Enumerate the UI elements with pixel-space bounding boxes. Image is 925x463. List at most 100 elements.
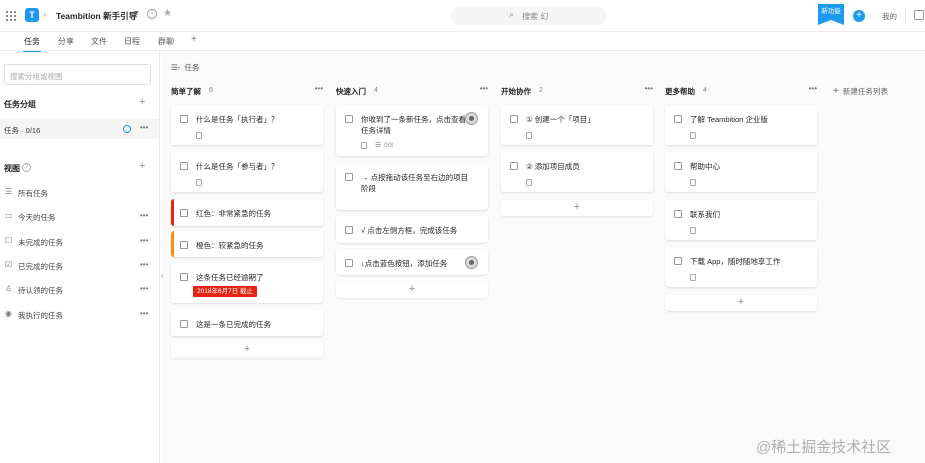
add-view-icon[interactable]: +	[139, 160, 145, 172]
add-task-button[interactable]: +	[665, 295, 817, 311]
sidebar-item-today-tasks[interactable]: ▭ 今天的任务 •••	[0, 208, 159, 224]
add-icon[interactable]: +	[853, 10, 865, 22]
plus-icon: +	[833, 86, 839, 97]
board-breadcrumb: ☰‹ 任务	[171, 63, 200, 72]
help-icon[interactable]: ?	[22, 163, 31, 172]
divider	[905, 10, 906, 22]
add-group-icon[interactable]: +	[139, 96, 145, 108]
task-checkbox[interactable]	[180, 162, 188, 170]
tab-schedule[interactable]: 日程	[124, 36, 140, 47]
task-checkbox[interactable]	[180, 115, 188, 123]
more-icon[interactable]: •••	[140, 309, 148, 318]
my-link[interactable]: 我的	[882, 11, 897, 22]
task-checkbox[interactable]	[674, 115, 682, 123]
task-checkbox[interactable]	[180, 241, 188, 249]
more-icon[interactable]: •••	[140, 284, 148, 293]
task-card[interactable]: ① 创建一个「项目」	[501, 105, 653, 145]
task-card[interactable]: 什么是任务「执行者」？	[171, 105, 323, 145]
task-card[interactable]: √ 点击左侧方框，完成该任务	[336, 216, 488, 243]
more-icon[interactable]: •••	[140, 123, 148, 132]
column-header: 更多帮助 4 •••	[665, 84, 817, 96]
calendar-icon[interactable]	[914, 10, 924, 20]
avatar[interactable]	[465, 112, 478, 125]
note-icon	[196, 179, 202, 186]
app-grid-icon[interactable]	[6, 11, 16, 21]
more-icon[interactable]: •••	[480, 84, 488, 93]
info-icon[interactable]: i	[147, 9, 157, 19]
checked-square-icon: ☑	[5, 260, 13, 269]
task-card[interactable]: 帮助中心	[665, 152, 817, 192]
add-task-button[interactable]: +	[501, 200, 653, 216]
square-icon: ☐	[5, 236, 13, 245]
caret-down-icon[interactable]: ▼	[133, 10, 140, 17]
project-title[interactable]: Teambition 新手引导	[56, 10, 137, 22]
task-checkbox[interactable]	[345, 259, 353, 267]
column-header: 开始协作 2 •••	[501, 84, 653, 96]
task-checkbox[interactable]	[674, 257, 682, 265]
new-task-list-button[interactable]: + 新建任务列表	[833, 86, 888, 97]
task-checkbox[interactable]	[510, 115, 518, 123]
add-task-button[interactable]: +	[336, 282, 488, 298]
column-header: 快速入门 4 •••	[336, 84, 488, 96]
calendar-icon: ▭	[5, 211, 13, 220]
sidebar-search-input[interactable]: 搜索分组或视图	[4, 64, 151, 85]
task-card[interactable]: 了解 Teambition 企业版	[665, 105, 817, 145]
add-task-button[interactable]: +	[171, 342, 323, 358]
search-label: 搜索 幻	[522, 12, 549, 21]
task-card-warning[interactable]: 橙色：较紧急的任务	[171, 231, 323, 257]
task-checkbox[interactable]	[180, 209, 188, 217]
more-icon[interactable]: •••	[140, 211, 148, 220]
search-box[interactable]: ⌕ 搜索 幻	[451, 7, 607, 25]
task-card-urgent[interactable]: 红色：非常紧急的任务	[171, 199, 323, 226]
column-header: 简单了解 6 •••	[171, 84, 323, 96]
sidebar-item-all-tasks[interactable]: ☰ 所有任务	[0, 184, 159, 200]
groups-title: 任务分组	[4, 100, 36, 109]
person-icon: ♙	[5, 284, 13, 293]
note-icon	[361, 142, 367, 149]
avatar[interactable]	[465, 256, 478, 269]
more-icon[interactable]: •••	[140, 236, 148, 245]
more-icon[interactable]: •••	[645, 84, 653, 93]
more-icon[interactable]: •••	[140, 260, 148, 269]
task-checkbox[interactable]	[510, 162, 518, 170]
task-checkbox[interactable]	[345, 173, 353, 181]
teambition-logo-icon[interactable]: T	[25, 8, 39, 22]
add-tab-icon[interactable]: +	[191, 34, 197, 45]
task-card[interactable]: 什么是任务「参与者」？	[171, 152, 323, 192]
task-checkbox[interactable]	[674, 210, 682, 218]
star-icon[interactable]: ★	[163, 8, 172, 19]
progress-ring-icon	[123, 125, 131, 133]
note-icon	[690, 132, 696, 139]
task-checkbox[interactable]	[180, 273, 188, 281]
list-icon: ☰	[5, 187, 13, 196]
note-icon	[690, 179, 696, 186]
more-icon[interactable]: •••	[315, 84, 323, 93]
note-icon	[690, 274, 696, 281]
menu-collapse-icon[interactable]: ☰‹	[171, 63, 180, 72]
task-checkbox[interactable]	[674, 162, 682, 170]
task-checkbox[interactable]	[345, 115, 353, 123]
task-card[interactable]: → 点按拖动该任务至右边的项目阶段	[336, 163, 488, 210]
sidebar-item-finished-tasks[interactable]: ☑ 已完成的任务 •••	[0, 257, 159, 273]
sidebar-item-unclaimed-tasks[interactable]: ♙ 待认领的任务 •••	[0, 281, 159, 297]
task-checkbox[interactable]	[180, 320, 188, 328]
task-card[interactable]: 下载 App，随时随地享工作	[665, 247, 817, 287]
task-card[interactable]: ② 添加项目成员	[501, 152, 653, 192]
collapse-sidebar-icon[interactable]: ‹	[161, 271, 164, 280]
task-card[interactable]: 联系我们	[665, 200, 817, 240]
task-card[interactable]: ↓点击蓝色按钮，添加任务	[336, 249, 488, 275]
tab-files[interactable]: 文件	[91, 36, 107, 47]
task-card[interactable]: 你收到了一条新任务，点击查看任务详情 ☰ 0/3	[336, 105, 488, 156]
task-checkbox[interactable]	[345, 226, 353, 234]
note-icon	[196, 132, 202, 139]
new-feature-badge[interactable]: 新功能	[818, 4, 844, 25]
task-card-overdue[interactable]: 这条任务已经逾期了 2018年6月7日 截止	[171, 263, 323, 303]
more-icon[interactable]: •••	[809, 84, 817, 93]
sidebar-item-my-tasks[interactable]: ◉ 我执行的任务 •••	[0, 306, 159, 322]
tab-tasks[interactable]: 任务	[23, 36, 41, 53]
sidebar-item-unfinished-tasks[interactable]: ☐ 未完成的任务 •••	[0, 233, 159, 249]
task-card-done[interactable]: 这是一条已完成的任务	[171, 310, 323, 336]
tab-chat[interactable]: 群聊	[158, 36, 174, 47]
tab-share[interactable]: 分享	[58, 36, 74, 47]
sidebar-item-task-group[interactable]: 任务 · 0/16 •••	[0, 119, 159, 139]
